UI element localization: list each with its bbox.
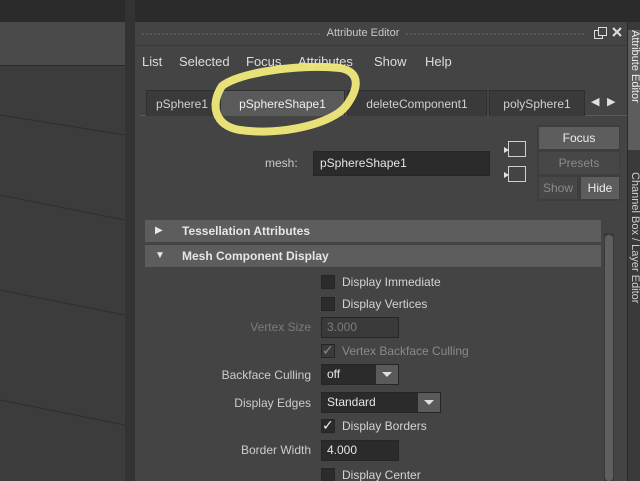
collapsed-arrow-icon: ▶ (155, 225, 163, 236)
display-vertices-checkbox[interactable] (321, 297, 335, 311)
vertex-backface-culling-label: Vertex Backface Culling (342, 344, 469, 358)
chevron-down-icon[interactable] (418, 393, 440, 412)
arrow-right-icon[interactable]: ▶ (607, 95, 619, 111)
panel-top-strip (135, 0, 640, 22)
go-to-output-icon[interactable] (504, 166, 526, 182)
focus-button[interactable]: Focus (539, 127, 619, 149)
tab-psphereshape1[interactable]: pSphereShape1 (220, 90, 345, 116)
display-edges-dropdown[interactable]: Standard (321, 392, 441, 413)
display-immediate-checkbox[interactable] (321, 275, 335, 289)
menu-show[interactable]: Show (374, 54, 407, 69)
side-tab-strip: Attribute Editor Channel Box / Layer Edi… (627, 22, 640, 481)
presets-button[interactable]: Presets (539, 152, 619, 174)
load-selected-icon[interactable] (504, 141, 526, 157)
expanded-arrow-icon: ▼ (155, 250, 165, 261)
title-bar[interactable]: Attribute Editor (135, 22, 627, 46)
display-edges-label: Display Edges (234, 396, 311, 410)
mesh-name-field[interactable]: pSphereShape1 (313, 151, 490, 176)
menu-bar: List Selected Focus Attributes Show Help (135, 50, 627, 72)
drag-handle[interactable] (141, 33, 321, 35)
close-icon[interactable] (611, 25, 623, 39)
display-vertices-label: Display Vertices (342, 297, 428, 311)
hide-button[interactable]: Hide (581, 177, 619, 199)
drag-handle-right[interactable] (405, 33, 585, 35)
tab-channel-box-vertical[interactable]: Channel Box / Layer Editor (628, 172, 640, 372)
border-width-field[interactable]: 4.000 (321, 440, 399, 461)
menu-focus[interactable]: Focus (246, 54, 281, 69)
float-window-icon[interactable] (594, 27, 607, 39)
backface-culling-label: Backface Culling (221, 368, 311, 382)
tab-polysphere1[interactable]: polySphere1 (489, 90, 585, 116)
section-mesh-component-display[interactable]: ▼ Mesh Component Display (145, 245, 601, 267)
tab-deletecomponent1[interactable]: deleteComponent1 (347, 90, 487, 116)
vertex-size-label: Vertex Size (250, 320, 311, 334)
border-width-label: Border Width (240, 443, 311, 457)
display-center-label: Display Center (342, 468, 421, 481)
arrow-left-icon[interactable]: ◀ (591, 95, 603, 111)
vertex-backface-culling-checkbox[interactable] (321, 342, 335, 359)
panel-title: Attribute Editor (321, 27, 405, 39)
backface-culling-value: off (327, 367, 341, 381)
node-tabs: pSphere1 pSphereShape1 deleteComponent1 … (140, 90, 627, 116)
menu-help[interactable]: Help (425, 54, 452, 69)
mesh-label: mesh: (265, 156, 298, 170)
viewport-panel[interactable] (0, 0, 125, 481)
menu-list[interactable]: List (142, 54, 162, 69)
menu-attributes[interactable]: Attributes (298, 54, 353, 69)
scrollbar-thumb[interactable] (605, 235, 613, 481)
section-title: Tessellation Attributes (182, 224, 311, 238)
editor-buttons: Focus Presets Show Hide (537, 125, 620, 201)
display-borders-label: Display Borders (342, 419, 427, 433)
chevron-down-icon[interactable] (376, 365, 398, 384)
backface-culling-dropdown[interactable]: off (321, 364, 399, 385)
panel-separator[interactable] (125, 0, 135, 481)
tab-psphere1[interactable]: pSphere1 (146, 90, 218, 116)
display-borders-checkbox[interactable] (321, 417, 335, 434)
display-immediate-label: Display Immediate (342, 275, 441, 289)
section-tessellation-attributes[interactable]: ▶ Tessellation Attributes (145, 220, 601, 242)
section-title: Mesh Component Display (182, 249, 329, 263)
viewport-grid (0, 114, 125, 426)
attribute-editor-panel: Attribute Editor List Selected Focus Att… (135, 0, 640, 481)
menu-selected[interactable]: Selected (179, 54, 230, 69)
display-edges-value: Standard (327, 395, 376, 409)
vertex-size-field[interactable]: 3.000 (321, 317, 399, 338)
scrollbar[interactable] (604, 233, 614, 481)
tab-attribute-editor-vertical[interactable]: Attribute Editor (628, 30, 640, 150)
display-center-checkbox[interactable] (321, 468, 335, 481)
show-button[interactable]: Show (539, 177, 577, 199)
